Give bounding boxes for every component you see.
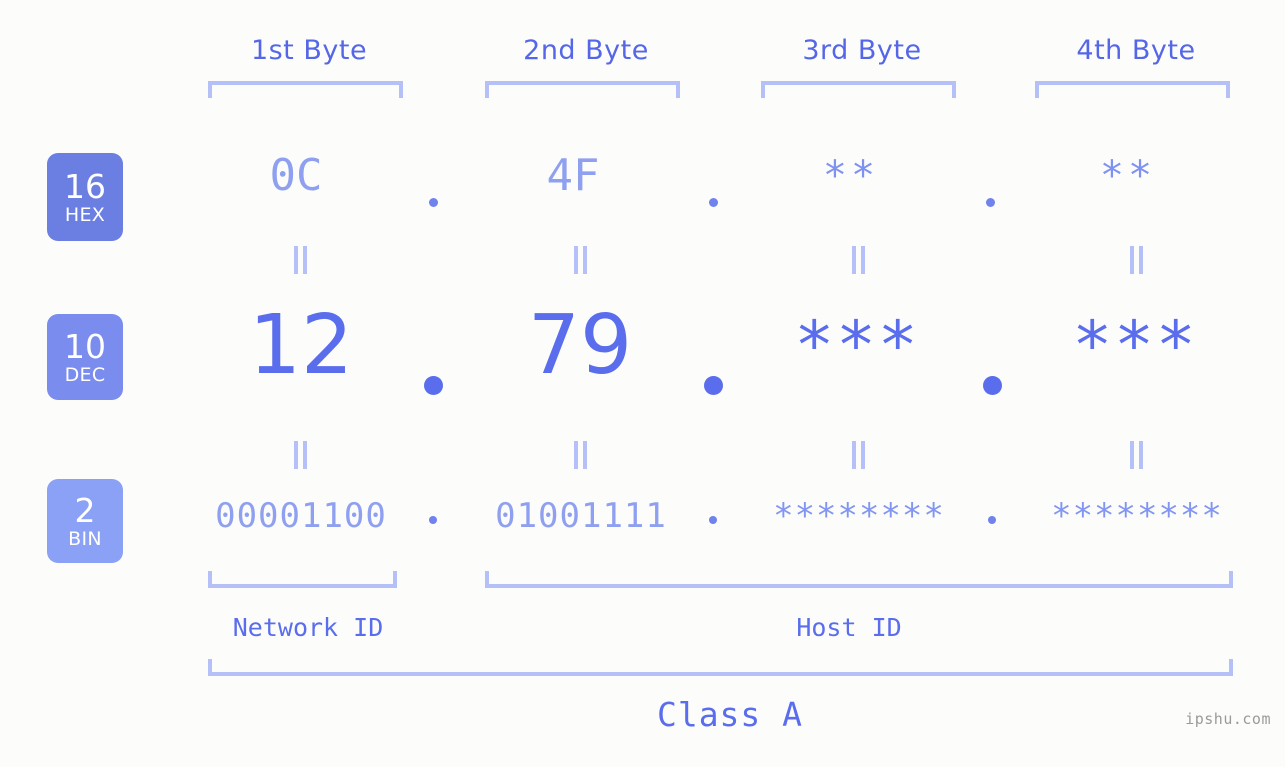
base-badge-hex: 16 HEX bbox=[47, 153, 123, 241]
base-badge-dec-abbr: DEC bbox=[64, 363, 106, 386]
class-label: Class A bbox=[656, 695, 804, 734]
bin-byte-1-value: 00001100 bbox=[215, 496, 387, 536]
dec-byte-4-value: *** bbox=[1072, 307, 1198, 384]
equals-byte-1-hex-dec bbox=[294, 246, 307, 274]
bin-separator-dot-2 bbox=[709, 516, 717, 524]
dec-byte-1-value: 12 bbox=[248, 298, 354, 393]
hex-byte-1-value: 0C bbox=[269, 150, 323, 201]
bin-separator-dot-1 bbox=[429, 516, 437, 524]
bin-byte-4-value: ******** bbox=[1051, 496, 1223, 536]
bracket-network-id bbox=[208, 571, 397, 588]
bracket-byte-1-top bbox=[208, 81, 403, 98]
equals-byte-1-dec-bin bbox=[294, 441, 307, 469]
bracket-byte-2-top bbox=[485, 81, 680, 98]
host-id-label: Host ID bbox=[796, 613, 902, 642]
equals-byte-2-hex-dec bbox=[574, 246, 587, 274]
equals-byte-4-hex-dec bbox=[1130, 246, 1143, 274]
base-badge-hex-number: 16 bbox=[64, 166, 106, 206]
base-badge-bin-number: 2 bbox=[74, 490, 96, 530]
bracket-host-id bbox=[485, 571, 1233, 588]
bracket-byte-3-top bbox=[761, 81, 956, 98]
hex-separator-dot-2 bbox=[709, 198, 718, 207]
column-header-byte-3: 3rd Byte bbox=[802, 35, 922, 66]
equals-byte-3-hex-dec bbox=[852, 246, 865, 274]
base-badge-dec-number: 10 bbox=[64, 326, 106, 366]
dec-separator-dot-3 bbox=[983, 376, 1002, 395]
hex-byte-3-value: ** bbox=[822, 153, 880, 199]
base-badge-dec: 10 DEC bbox=[47, 314, 123, 400]
column-header-byte-4: 4th Byte bbox=[1076, 35, 1196, 66]
base-badge-bin: 2 BIN bbox=[47, 479, 123, 563]
dec-byte-2-value: 79 bbox=[527, 298, 633, 393]
site-watermark: ipshu.com bbox=[1185, 710, 1271, 728]
equals-byte-3-dec-bin bbox=[852, 441, 865, 469]
dec-byte-3-value: *** bbox=[794, 307, 920, 384]
bin-byte-3-value: ******** bbox=[773, 496, 945, 536]
column-header-byte-2: 2nd Byte bbox=[523, 35, 649, 66]
dec-separator-dot-2 bbox=[704, 376, 723, 395]
network-id-label: Network ID bbox=[232, 613, 384, 642]
hex-separator-dot-3 bbox=[986, 198, 995, 207]
base-badge-hex-abbr: HEX bbox=[64, 203, 106, 226]
bin-byte-2-value: 01001111 bbox=[495, 496, 667, 536]
base-badge-bin-abbr: BIN bbox=[68, 527, 102, 550]
dec-separator-dot-1 bbox=[424, 376, 443, 395]
equals-byte-4-dec-bin bbox=[1130, 441, 1143, 469]
bracket-class bbox=[208, 659, 1233, 676]
bin-separator-dot-3 bbox=[988, 516, 996, 524]
hex-byte-2-value: 4F bbox=[546, 150, 600, 201]
ip-address-breakdown-diagram: 1st Byte 2nd Byte 3rd Byte 4th Byte 16 H… bbox=[0, 0, 1285, 767]
column-header-byte-1: 1st Byte bbox=[250, 35, 368, 66]
hex-separator-dot-1 bbox=[429, 198, 438, 207]
bracket-byte-4-top bbox=[1035, 81, 1230, 98]
equals-byte-2-dec-bin bbox=[574, 441, 587, 469]
hex-byte-4-value: ** bbox=[1099, 153, 1157, 199]
